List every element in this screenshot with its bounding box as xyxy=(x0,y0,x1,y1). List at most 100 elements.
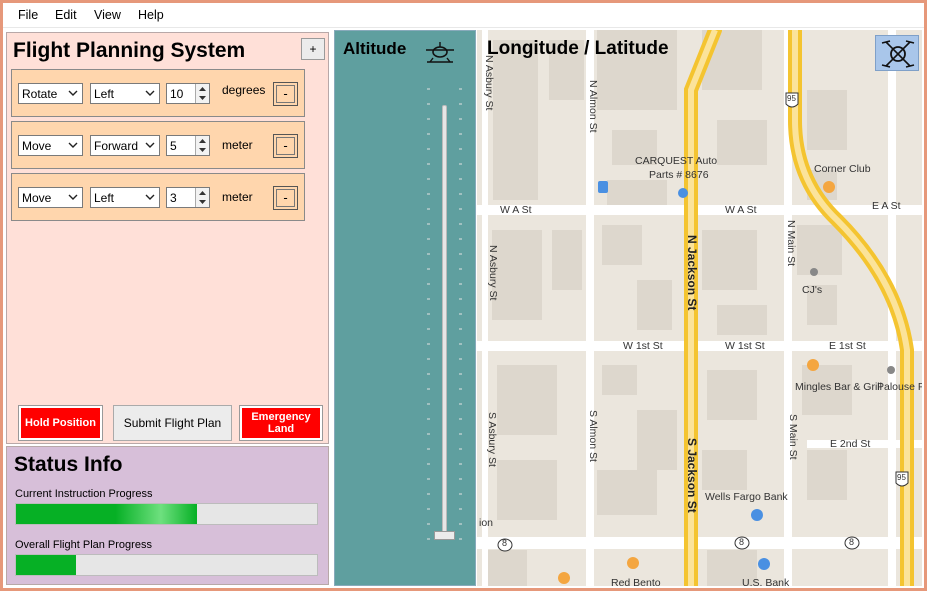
action-value: Move xyxy=(22,139,52,153)
poi-label: Parts # 8676 xyxy=(649,169,709,181)
street-label: W 1st St xyxy=(623,340,663,352)
amount-stepper[interactable]: 3 xyxy=(166,187,210,208)
poi-label: Mingles Bar & Grill xyxy=(795,381,882,393)
emergency-label-line2: Land xyxy=(267,423,295,435)
drone-position-button[interactable] xyxy=(875,35,919,71)
poi-label: CJ's xyxy=(802,284,823,296)
menu-view[interactable]: View xyxy=(94,8,121,22)
unit-label: meter xyxy=(222,190,253,204)
poi-label: Wells Fargo Bank xyxy=(705,491,788,503)
poi-label: CARQUEST Auto xyxy=(635,155,718,167)
status-panel: Status Info Current Instruction Progress… xyxy=(6,446,329,585)
street-label: S Jackson St xyxy=(685,438,699,513)
chevron-down-icon xyxy=(145,142,155,148)
flight-planning-panel: Flight Planning System + Rotate Left 10 … xyxy=(6,32,329,444)
route-shield-label: 95 xyxy=(787,94,796,103)
altitude-slider-track[interactable] xyxy=(442,105,447,535)
remove-button-face xyxy=(276,85,295,103)
poi-label: Red Bento xyxy=(611,577,661,586)
street-label: N Main St xyxy=(785,220,797,267)
menu-bar: File Edit View Help xyxy=(3,3,924,28)
altitude-panel: Altitude xyxy=(334,30,476,586)
action-value: Move xyxy=(22,191,52,205)
amount-value: 3 xyxy=(170,191,177,205)
remove-button-face xyxy=(276,137,295,155)
submit-flight-plan-button[interactable]: Submit Flight Plan xyxy=(113,405,232,441)
street-label: S Main St xyxy=(787,414,799,460)
arrow-up-icon[interactable] xyxy=(197,85,208,93)
overall-progress-label: Overall Flight Plan Progress xyxy=(15,539,152,551)
route-shield-label: 8 xyxy=(849,537,855,547)
street-label: N Almon St xyxy=(587,80,599,133)
action-value: Rotate xyxy=(22,87,58,101)
route-shield-label: 95 xyxy=(897,473,906,482)
altitude-title: Altitude xyxy=(343,39,407,58)
poi-label: Palouse Pr xyxy=(877,381,922,393)
arrow-down-icon[interactable] xyxy=(197,94,208,102)
poi-label: ion xyxy=(479,517,494,529)
emergency-label-line1: Emergency xyxy=(251,411,311,423)
stepper-arrows xyxy=(195,136,209,155)
arrow-down-icon[interactable] xyxy=(197,198,208,206)
chevron-down-icon xyxy=(68,194,78,200)
map-title: Longitude / Latitude xyxy=(487,38,669,59)
street-label: E A St xyxy=(872,200,901,212)
action-select[interactable]: Move xyxy=(18,187,83,208)
stepper-arrows xyxy=(195,84,209,103)
street-label: E 1st St xyxy=(829,340,866,352)
current-progress-label: Current Instruction Progress xyxy=(15,488,153,500)
street-label: W 1st St xyxy=(725,340,765,352)
amount-stepper[interactable]: 5 xyxy=(166,135,210,156)
remove-instruction-button[interactable]: - xyxy=(273,186,298,210)
remove-button-face xyxy=(276,189,295,207)
route-shield-label: 8 xyxy=(739,537,745,547)
amount-value: 5 xyxy=(170,139,177,153)
current-instruction-progress-bar xyxy=(15,503,318,525)
drone-icon xyxy=(426,42,454,63)
remove-instruction-button[interactable]: - xyxy=(273,82,298,106)
status-title: Status Info xyxy=(14,453,123,476)
arrow-down-icon[interactable] xyxy=(197,146,208,154)
poi-label: U.S. Bank xyxy=(742,577,790,586)
direction-value: Left xyxy=(94,87,115,101)
emergency-land-button[interactable]: Emergency Land xyxy=(239,405,323,441)
chevron-down-icon xyxy=(68,142,78,148)
app-window: File Edit View Help Flight Planning Syst… xyxy=(3,3,924,588)
direction-select[interactable]: Left xyxy=(90,187,160,208)
altitude-slider-thumb[interactable] xyxy=(434,531,455,540)
street-label: S Asbury St xyxy=(486,412,498,467)
arrow-up-icon[interactable] xyxy=(197,189,208,197)
direction-select[interactable]: Left xyxy=(90,83,160,104)
route-shield-label: 8 xyxy=(502,538,508,548)
street-label: N Asbury St xyxy=(483,55,495,111)
action-select[interactable]: Move xyxy=(18,135,83,156)
panel-title: Flight Planning System xyxy=(13,39,246,62)
street-label: W A St xyxy=(500,204,532,216)
chevron-down-icon xyxy=(145,194,155,200)
overall-flight-plan-progress-bar xyxy=(15,554,318,576)
add-instruction-button[interactable]: + xyxy=(301,38,325,60)
menu-edit[interactable]: Edit xyxy=(55,8,77,22)
hold-position-button[interactable]: Hold Position xyxy=(18,405,103,441)
progress-fill xyxy=(16,555,76,575)
direction-value: Left xyxy=(94,191,115,205)
menu-help[interactable]: Help xyxy=(138,8,164,22)
remove-instruction-button[interactable]: - xyxy=(273,134,298,158)
instruction-row: Move Left 3 meter - xyxy=(11,173,305,221)
menu-file[interactable]: File xyxy=(18,8,38,22)
instruction-row: Move Forward 5 meter - xyxy=(11,121,305,169)
unit-label: degrees xyxy=(222,83,266,97)
unit-label: meter xyxy=(222,138,253,152)
direction-select[interactable]: Forward xyxy=(90,135,160,156)
progress-fill xyxy=(16,504,197,524)
arrow-up-icon[interactable] xyxy=(197,137,208,145)
amount-stepper[interactable]: 10 xyxy=(166,83,210,104)
chevron-down-icon xyxy=(145,90,155,96)
map-view[interactable]: Longitude / Latitude N Asbury St N Almon… xyxy=(477,30,922,586)
instruction-row: Rotate Left 10 degrees - xyxy=(11,69,305,117)
direction-value: Forward xyxy=(94,139,139,153)
street-label: W A St xyxy=(725,204,757,216)
map-canvas xyxy=(477,30,922,586)
chevron-down-icon xyxy=(68,90,78,96)
action-select[interactable]: Rotate xyxy=(18,83,83,104)
